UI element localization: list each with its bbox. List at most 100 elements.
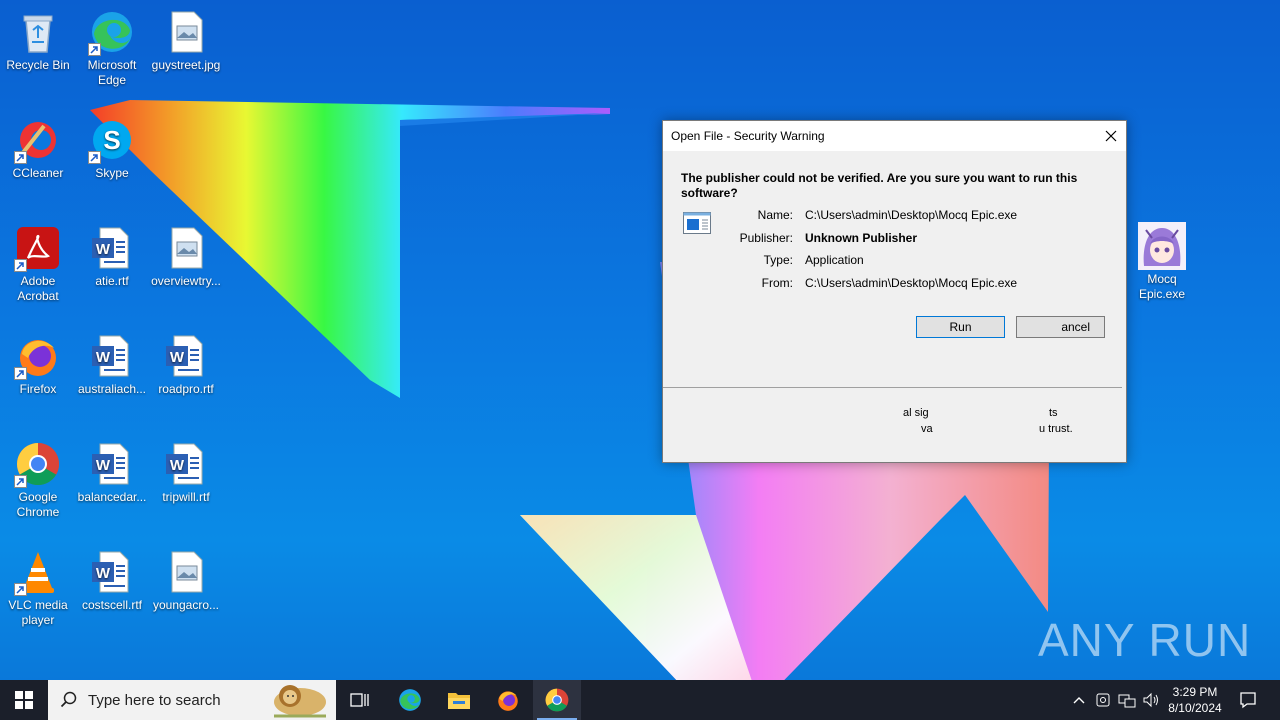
field-label: Name: [757,208,793,222]
lion-illustration-icon [274,685,326,718]
desktop-icon-label: australiach... [77,382,147,396]
speaker-icon [1143,692,1158,708]
desktop-icon-firefox[interactable]: Firefox [0,332,76,397]
tray-overflow-button[interactable] [1068,680,1090,720]
desktop-icon-label: costscell.rtf [81,598,142,612]
desktop-icon-mocq-epic[interactable]: Mocq Epic.exe [1124,222,1200,302]
desktop-icon-microsoft-edge[interactable]: Microsoft Edge [74,8,150,88]
taskbar-edge[interactable] [386,680,434,720]
tray-volume-button[interactable] [1140,680,1162,720]
desktop-icon-label: roadpro.rtf [158,382,214,396]
dialog-separator [663,387,1122,388]
footer-text: ts [1049,407,1058,419]
taskbar-search-box[interactable]: Type here to search [48,680,336,720]
edge-icon [399,689,421,711]
svg-text:W: W [96,241,111,258]
desktop-icon-label: Google Chrome [16,490,60,519]
desktop-icon-recycle-bin[interactable]: Recycle Bin [0,8,76,73]
field-label: Publisher: [739,231,793,245]
desktop-icon-label: CCleaner [12,166,64,180]
taskbar-clock[interactable]: 3:29 PM 8/10/2024 [1160,684,1230,716]
dialog-close-button[interactable] [1096,121,1126,151]
desktop-icon-label: balancedar... [77,490,147,504]
desktop-icon-skype[interactable]: S Skype [74,116,150,181]
desktop-icon-youngacro[interactable]: youngacro... [148,548,224,613]
search-icon [60,691,77,708]
run-button[interactable]: Run [916,316,1005,338]
taskbar-chrome[interactable] [533,680,581,720]
desktop-icon-costscell[interactable]: W costscell.rtf [74,548,150,613]
security-warning-dialog: Open File - Security Warning The publish… [662,120,1127,463]
svg-text:W: W [96,457,111,474]
tray-network-button[interactable] [1116,680,1138,720]
field-value: Unknown Publisher [805,231,918,245]
dialog-question: The publisher could not be verified. Are… [681,171,1078,200]
desktop-icon-label: Firefox [19,382,57,396]
firefox-icon [498,691,518,711]
image-file-icon [171,11,203,53]
field-value: C:\Users\admin\Desktop\Mocq Epic.exe [805,276,1018,290]
dialog-titlebar[interactable]: Open File - Security Warning [663,121,1126,151]
svg-text:W: W [170,349,185,366]
desktop-icon-roadpro[interactable]: W roadpro.rtf [148,332,224,397]
desktop-icon-atie-rtf[interactable]: W atie.rtf [74,224,150,289]
notification-icon [1240,692,1256,709]
word-doc-icon: W [92,443,129,485]
desktop-icon-label: Skype [95,166,129,180]
watermark-text: ANY RUN [1038,614,1252,666]
word-doc-icon: W [92,551,129,593]
chrome-icon [545,688,569,712]
close-icon [1105,130,1117,142]
word-doc-icon: W [166,443,203,485]
field-value: Application [805,253,864,267]
footer-text: va [921,423,933,435]
meet-now-icon [1096,693,1110,707]
clock-date: 8/10/2024 [1168,701,1222,715]
desktop-icon-tripwill[interactable]: W tripwill.rtf [148,440,224,505]
clock-time: 3:29 PM [1172,685,1218,699]
svg-text:W: W [170,457,185,474]
desktop-icon-label: tripwill.rtf [162,490,210,504]
desktop-icon-label: Microsoft Edge [87,58,137,87]
task-view-button[interactable] [336,680,384,720]
tray-meeting-icon-button[interactable] [1092,680,1114,720]
field-label: From: [761,276,793,290]
desktop-icon-google-chrome[interactable]: Google Chrome [0,440,76,520]
network-icon [1118,694,1136,708]
footer-text: al sig [903,407,929,419]
svg-text:W: W [96,349,111,366]
taskbar-firefox[interactable] [484,680,532,720]
folder-icon [448,693,470,709]
svg-text:W: W [96,565,111,582]
cancel-button[interactable]: ancel [1016,316,1105,338]
desktop-icon-label: overviewtry... [151,274,221,288]
recycle-bin-icon [23,15,53,53]
desktop-icon-australiach[interactable]: W australiach... [74,332,150,397]
task-view-icon [350,693,369,707]
desktop-icon-label: atie.rtf [95,274,129,288]
image-file-icon [171,551,203,593]
desktop-icon-adobe-acrobat[interactable]: Adobe Acrobat [0,224,76,304]
desktop-icon-vlc[interactable]: VLC media player [0,548,76,628]
image-file-icon [171,227,203,269]
desktop-icon-label: Adobe Acrobat [17,274,59,303]
desktop-icon-ccleaner[interactable]: CCleaner [0,116,76,181]
desktop-icon-overviewtry[interactable]: overviewtry... [148,224,224,289]
desktop-icon-balancedar[interactable]: W balancedar... [74,440,150,505]
chevron-up-icon [1073,697,1085,704]
desktop-icon-guystreet-jpg[interactable]: guystreet.jpg [148,8,224,73]
field-value: C:\Users\admin\Desktop\Mocq Epic.exe [805,208,1018,222]
desktop: Recycle Bin CCleaner Adobe Acrobat Firef… [0,0,1280,680]
word-doc-icon: W [166,335,203,377]
desktop-icon-label: VLC media player [8,598,68,627]
notification-center-button[interactable] [1234,680,1262,720]
footer-text: u trust. [1039,423,1073,435]
start-button[interactable] [0,680,48,720]
search-placeholder: Type here to search [88,691,221,709]
svg-text:S: S [103,125,120,155]
word-doc-icon: W [92,227,129,269]
desktop-icon-label: youngacro... [152,598,220,612]
anyrun-watermark: ANY RUN [1038,608,1251,672]
dialog-title: Open File - Security Warning [671,129,825,143]
taskbar-file-explorer[interactable] [435,680,483,720]
